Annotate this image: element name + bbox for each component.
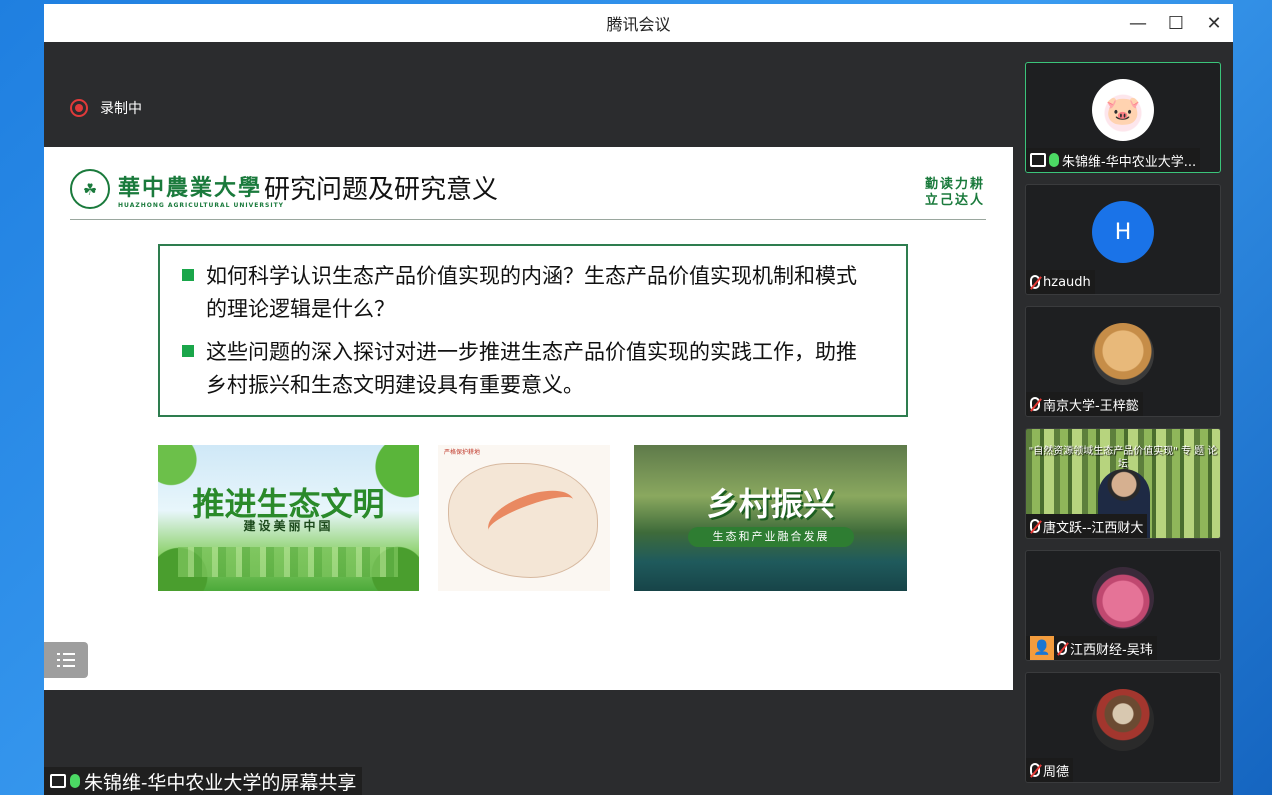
china-map-image: 严格保护耕地: [438, 445, 610, 591]
bullet-item: 如何科学认识生态产品价值实现的内涵？生态产品价值实现机制和模式的理论逻辑是什么？: [182, 260, 888, 326]
meeting-window: 腾讯会议 — ☐ ✕ 录制中 ☘ 華中農業大學 HUAZHONG AGRICUL…: [44, 4, 1233, 795]
slide-title: 研究问题及研究意义: [264, 175, 499, 205]
mic-muted-icon: [1030, 763, 1040, 777]
participant-label: 👤 江西财经-吴玮: [1026, 636, 1157, 660]
recording-indicator[interactable]: 录制中: [70, 98, 142, 118]
pig-avatar-icon: 🐷: [1105, 93, 1141, 127]
participant-tile[interactable]: 周德: [1025, 672, 1221, 783]
image2-caption: 严格保护耕地: [444, 449, 481, 456]
participant-label: 南京大学-王梓懿: [1026, 392, 1143, 416]
bullet-square-icon: [182, 269, 194, 281]
window-title: 腾讯会议: [606, 15, 671, 34]
mic-muted-icon: [1030, 397, 1040, 411]
participant-tile[interactable]: 南京大学-王梓懿: [1025, 306, 1221, 417]
user-avatar-icon: 👤: [1030, 636, 1054, 660]
mic-muted-icon: [1030, 275, 1040, 289]
mic-on-icon: [1049, 153, 1059, 167]
mic-on-icon: [70, 774, 80, 788]
title-bar: 腾讯会议 — ☐ ✕: [44, 4, 1233, 42]
video-forum-title: "自然资源领域生态产品价值实现" 专 题 论 坛: [1028, 446, 1218, 470]
avatar: 🐷: [1092, 79, 1154, 141]
recording-label: 录制中: [100, 101, 142, 117]
title-divider: [70, 219, 986, 220]
screen-share-icon: [1030, 153, 1046, 167]
mic-muted-icon: [1030, 519, 1040, 533]
motto-line-1: 勤读力耕: [924, 177, 985, 192]
list-icon: [57, 652, 75, 668]
record-icon: [70, 99, 88, 117]
university-motto: 勤读力耕 立己达人: [925, 177, 985, 209]
participant-name: 周德: [1043, 764, 1070, 780]
university-name-en: HUAZHONG AGRICULTURAL UNIVERSITY: [118, 201, 285, 209]
university-name-cn: 華中農業大學: [118, 174, 263, 201]
participant-name: hzaudh: [1043, 274, 1091, 290]
participant-label: 朱锦维-华中农业大学...: [1026, 148, 1201, 172]
bullet-text: 如何科学认识生态产品价值实现的内涵？生态产品价值实现机制和模式的理论逻辑是什么？: [206, 264, 857, 321]
screen-share-text: 朱锦维-华中农业大学的屏幕共享: [84, 771, 357, 794]
participant-name: 江西财经-吴玮: [1070, 642, 1153, 658]
mic-muted-icon: [1057, 641, 1067, 655]
slide-outline-button[interactable]: [44, 642, 88, 678]
shared-screen-area: 录制中 ☘ 華中農業大學 HUAZHONG AGRICULTURAL UNIVE…: [44, 42, 1013, 795]
participant-name: 唐文跃--江西财大: [1043, 520, 1144, 536]
ecological-civilization-image: 推进生态文明 建设美丽中国: [158, 445, 419, 591]
minimize-button[interactable]: —: [1119, 4, 1157, 42]
participant-label: hzaudh: [1026, 270, 1095, 294]
participant-tile[interactable]: 👤 江西财经-吴玮: [1025, 550, 1221, 661]
close-button[interactable]: ✕: [1195, 4, 1233, 42]
presentation-slide: ☘ 華中農業大學 HUAZHONG AGRICULTURAL UNIVERSIT…: [44, 147, 1013, 690]
participant-label: 周德: [1026, 758, 1074, 782]
image1-subtitle: 建设美丽中国: [243, 519, 334, 533]
maximize-button[interactable]: ☐: [1157, 4, 1195, 42]
rural-revitalization-image: 乡村振兴 生态和产业融合发展: [634, 445, 907, 591]
participant-tile[interactable]: "自然资源领域生态产品价值实现" 专 题 论 坛 唐文跃--江西财大: [1025, 428, 1221, 539]
screen-share-icon: [50, 774, 66, 788]
bullet-square-icon: [182, 345, 194, 357]
participant-name: 南京大学-王梓懿: [1043, 398, 1139, 414]
window-controls: — ☐ ✕: [1119, 4, 1233, 42]
participant-tile[interactable]: H hzaudh: [1025, 184, 1221, 295]
motto-line-2: 立己达人: [924, 193, 985, 208]
bullet-item: 这些问题的深入探讨对进一步推进生态产品价值实现的实践工作，助推乡村振兴和生态文明…: [182, 336, 888, 402]
cat-avatar-icon: [1092, 323, 1154, 385]
research-questions-box: 如何科学认识生态产品价值实现的内涵？生态产品价值实现机制和模式的理论逻辑是什么？…: [158, 244, 908, 417]
bullet-text: 这些问题的深入探讨对进一步推进生态产品价值实现的实践工作，助推乡村振兴和生态文明…: [206, 340, 857, 397]
participant-label: 唐文跃--江西财大: [1026, 514, 1148, 538]
image3-subtitle: 生态和产业融合发展: [688, 527, 854, 547]
participant-name: 朱锦维-华中农业大学...: [1062, 154, 1197, 170]
bear-avatar-icon: [1092, 567, 1154, 629]
university-seal-icon: ☘: [70, 169, 110, 209]
participant-tile[interactable]: 🐷 朱锦维-华中农业大学...: [1025, 62, 1221, 173]
image3-title: 乡村振兴: [706, 485, 835, 523]
speaker-avatar-icon: [1092, 689, 1154, 751]
university-logo: ☘ 華中農業大學 HUAZHONG AGRICULTURAL UNIVERSIT…: [70, 169, 284, 209]
participant-list: 🐷 朱锦维-华中农业大学... H hzaudh 南京大学-王梓懿 "自然资源领…: [1013, 42, 1233, 795]
avatar: H: [1092, 201, 1154, 263]
screen-share-label: 朱锦维-华中农业大学的屏幕共享: [44, 767, 363, 795]
